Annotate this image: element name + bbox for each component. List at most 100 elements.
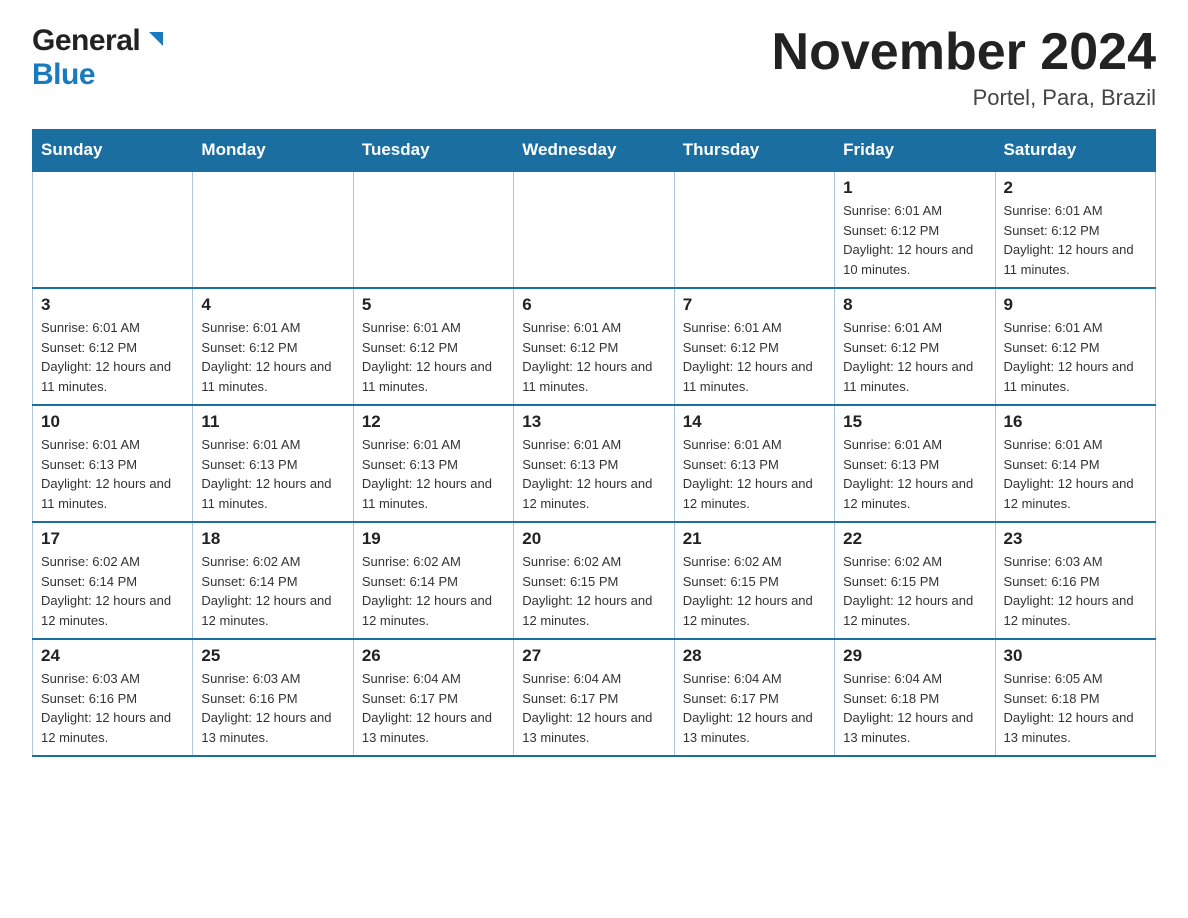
cell-week2-day6: 9 Sunrise: 6:01 AMSunset: 6:12 PMDaylight… (995, 288, 1155, 405)
day-number: 15 (843, 412, 986, 432)
day-info: Sunrise: 6:03 AMSunset: 6:16 PMDaylight:… (41, 669, 184, 747)
cell-week2-day2: 5 Sunrise: 6:01 AMSunset: 6:12 PMDaylight… (353, 288, 513, 405)
header-sunday: Sunday (33, 130, 193, 172)
day-info: Sunrise: 6:01 AMSunset: 6:13 PMDaylight:… (362, 435, 505, 513)
page-header: General Blue November 2024 Portel, Para,… (32, 24, 1156, 111)
location-title: Portel, Para, Brazil (772, 85, 1156, 111)
cell-week5-day0: 24Sunrise: 6:03 AMSunset: 6:16 PMDayligh… (33, 639, 193, 756)
cell-week4-day5: 22Sunrise: 6:02 AMSunset: 6:15 PMDayligh… (835, 522, 995, 639)
month-title: November 2024 (772, 24, 1156, 81)
day-number: 25 (201, 646, 344, 666)
day-number: 18 (201, 529, 344, 549)
day-info: Sunrise: 6:02 AMSunset: 6:15 PMDaylight:… (522, 552, 665, 630)
day-info: Sunrise: 6:01 AMSunset: 6:14 PMDaylight:… (1004, 435, 1147, 513)
weekday-header-row: Sunday Monday Tuesday Wednesday Thursday… (33, 130, 1156, 172)
day-info: Sunrise: 6:01 AMSunset: 6:12 PMDaylight:… (201, 318, 344, 396)
cell-week5-day5: 29 Sunrise: 6:04 AMSunset: 6:18 PMDayligh… (835, 639, 995, 756)
cell-week2-day0: 3 Sunrise: 6:01 AMSunset: 6:12 PMDaylight… (33, 288, 193, 405)
cell-week5-day4: 28 Sunrise: 6:04 AMSunset: 6:17 PMDayligh… (674, 639, 834, 756)
day-number: 11 (201, 412, 344, 432)
day-number: 6 (522, 295, 665, 315)
day-info: Sunrise: 6:02 AMSunset: 6:14 PMDaylight:… (41, 552, 184, 630)
day-number: 30 (1004, 646, 1147, 666)
day-info: Sunrise: 6:01 AMSunset: 6:12 PMDaylight:… (683, 318, 826, 396)
cell-week3-day3: 13 Sunrise: 6:01 AMSunset: 6:13 PMDayligh… (514, 405, 674, 522)
week-row-4: 17 Sunrise: 6:02 AMSunset: 6:14 PMDayligh… (33, 522, 1156, 639)
header-friday: Friday (835, 130, 995, 172)
cell-week3-day4: 14Sunrise: 6:01 AMSunset: 6:13 PMDayligh… (674, 405, 834, 522)
week-row-5: 24Sunrise: 6:03 AMSunset: 6:16 PMDayligh… (33, 639, 1156, 756)
day-info: Sunrise: 6:01 AMSunset: 6:13 PMDaylight:… (41, 435, 184, 513)
cell-week5-day6: 30 Sunrise: 6:05 AMSunset: 6:18 PMDayligh… (995, 639, 1155, 756)
day-info: Sunrise: 6:01 AMSunset: 6:13 PMDaylight:… (843, 435, 986, 513)
day-info: Sunrise: 6:04 AMSunset: 6:17 PMDaylight:… (683, 669, 826, 747)
day-info: Sunrise: 6:02 AMSunset: 6:15 PMDaylight:… (683, 552, 826, 630)
day-number: 17 (41, 529, 184, 549)
title-block: November 2024 Portel, Para, Brazil (772, 24, 1156, 111)
cell-week1-day1 (193, 171, 353, 288)
day-number: 9 (1004, 295, 1147, 315)
cell-week2-day3: 6 Sunrise: 6:01 AMSunset: 6:12 PMDaylight… (514, 288, 674, 405)
header-saturday: Saturday (995, 130, 1155, 172)
cell-week2-day4: 7 Sunrise: 6:01 AMSunset: 6:12 PMDaylight… (674, 288, 834, 405)
header-tuesday: Tuesday (353, 130, 513, 172)
header-thursday: Thursday (674, 130, 834, 172)
day-info: Sunrise: 6:03 AMSunset: 6:16 PMDaylight:… (201, 669, 344, 747)
cell-week3-day5: 15 Sunrise: 6:01 AMSunset: 6:13 PMDayligh… (835, 405, 995, 522)
day-number: 27 (522, 646, 665, 666)
day-number: 28 (683, 646, 826, 666)
day-number: 23 (1004, 529, 1147, 549)
cell-week1-day4 (674, 171, 834, 288)
day-info: Sunrise: 6:01 AMSunset: 6:12 PMDaylight:… (1004, 201, 1147, 279)
day-number: 8 (843, 295, 986, 315)
day-number: 4 (201, 295, 344, 315)
cell-week4-day4: 21Sunrise: 6:02 AMSunset: 6:15 PMDayligh… (674, 522, 834, 639)
day-number: 26 (362, 646, 505, 666)
day-number: 5 (362, 295, 505, 315)
logo-arrow-icon (143, 28, 165, 55)
day-info: Sunrise: 6:01 AMSunset: 6:12 PMDaylight:… (41, 318, 184, 396)
day-number: 2 (1004, 178, 1147, 198)
day-number: 29 (843, 646, 986, 666)
day-info: Sunrise: 6:04 AMSunset: 6:18 PMDaylight:… (843, 669, 986, 747)
cell-week1-day2 (353, 171, 513, 288)
cell-week3-day6: 16 Sunrise: 6:01 AMSunset: 6:14 PMDayligh… (995, 405, 1155, 522)
day-info: Sunrise: 6:01 AMSunset: 6:12 PMDaylight:… (362, 318, 505, 396)
logo-general-text: General (32, 24, 140, 58)
day-number: 7 (683, 295, 826, 315)
cell-week5-day2: 26Sunrise: 6:04 AMSunset: 6:17 PMDayligh… (353, 639, 513, 756)
day-info: Sunrise: 6:02 AMSunset: 6:14 PMDaylight:… (201, 552, 344, 630)
day-info: Sunrise: 6:02 AMSunset: 6:15 PMDaylight:… (843, 552, 986, 630)
header-wednesday: Wednesday (514, 130, 674, 172)
day-info: Sunrise: 6:01 AMSunset: 6:12 PMDaylight:… (1004, 318, 1147, 396)
day-number: 20 (522, 529, 665, 549)
day-info: Sunrise: 6:01 AMSunset: 6:13 PMDaylight:… (683, 435, 826, 513)
cell-week3-day2: 12 Sunrise: 6:01 AMSunset: 6:13 PMDayligh… (353, 405, 513, 522)
logo: General Blue (32, 24, 165, 92)
cell-week1-day6: 2 Sunrise: 6:01 AMSunset: 6:12 PMDaylight… (995, 171, 1155, 288)
day-info: Sunrise: 6:01 AMSunset: 6:12 PMDaylight:… (843, 201, 986, 279)
cell-week3-day1: 11 Sunrise: 6:01 AMSunset: 6:13 PMDayligh… (193, 405, 353, 522)
day-number: 13 (522, 412, 665, 432)
day-number: 19 (362, 529, 505, 549)
day-info: Sunrise: 6:01 AMSunset: 6:12 PMDaylight:… (522, 318, 665, 396)
day-info: Sunrise: 6:01 AMSunset: 6:13 PMDaylight:… (522, 435, 665, 513)
week-row-3: 10Sunrise: 6:01 AMSunset: 6:13 PMDayligh… (33, 405, 1156, 522)
cell-week4-day1: 18 Sunrise: 6:02 AMSunset: 6:14 PMDayligh… (193, 522, 353, 639)
day-info: Sunrise: 6:01 AMSunset: 6:13 PMDaylight:… (201, 435, 344, 513)
calendar-table: Sunday Monday Tuesday Wednesday Thursday… (32, 129, 1156, 757)
day-number: 12 (362, 412, 505, 432)
day-info: Sunrise: 6:05 AMSunset: 6:18 PMDaylight:… (1004, 669, 1147, 747)
day-info: Sunrise: 6:04 AMSunset: 6:17 PMDaylight:… (522, 669, 665, 747)
day-number: 3 (41, 295, 184, 315)
cell-week4-day2: 19Sunrise: 6:02 AMSunset: 6:14 PMDayligh… (353, 522, 513, 639)
cell-week2-day5: 8 Sunrise: 6:01 AMSunset: 6:12 PMDaylight… (835, 288, 995, 405)
cell-week1-day5: 1Sunrise: 6:01 AMSunset: 6:12 PMDaylight… (835, 171, 995, 288)
day-info: Sunrise: 6:01 AMSunset: 6:12 PMDaylight:… (843, 318, 986, 396)
cell-week2-day1: 4 Sunrise: 6:01 AMSunset: 6:12 PMDaylight… (193, 288, 353, 405)
day-info: Sunrise: 6:03 AMSunset: 6:16 PMDaylight:… (1004, 552, 1147, 630)
day-number: 16 (1004, 412, 1147, 432)
cell-week3-day0: 10Sunrise: 6:01 AMSunset: 6:13 PMDayligh… (33, 405, 193, 522)
logo-blue-text: Blue (32, 58, 95, 92)
header-monday: Monday (193, 130, 353, 172)
